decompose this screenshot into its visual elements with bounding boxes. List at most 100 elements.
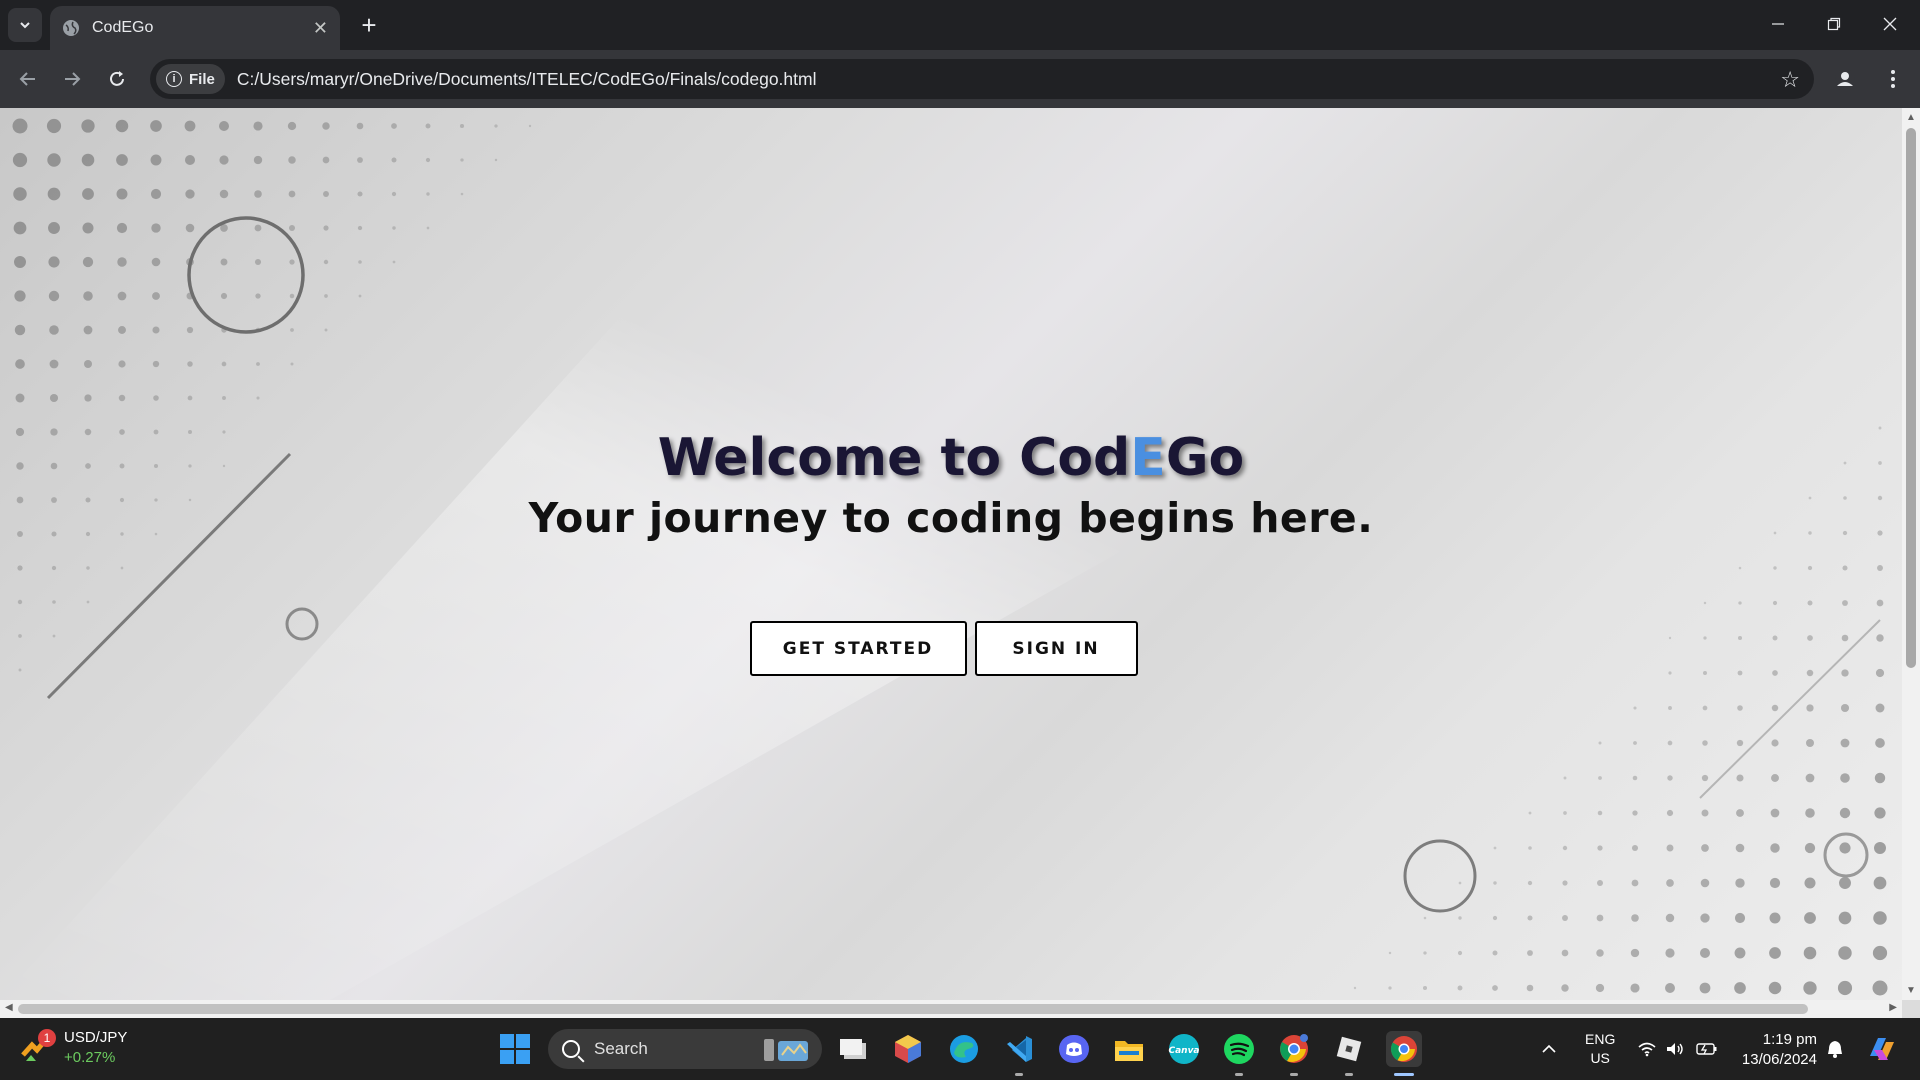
address-bar[interactable]: i File C:/Users/maryr/OneDrive/Documents…: [150, 59, 1814, 99]
decorative-dot: [256, 396, 260, 400]
scroll-left-icon[interactable]: ◀: [5, 1002, 13, 1013]
bookmark-star-icon[interactable]: ☆: [1780, 67, 1800, 93]
decorative-dot: [1457, 950, 1463, 956]
task-view-icon[interactable]: [836, 1031, 872, 1067]
decorative-dot: [1561, 949, 1569, 957]
decorative-dot: [1633, 706, 1637, 710]
chrome-icon[interactable]: [1386, 1031, 1422, 1076]
welcome-heading: Welcome to CodEGo: [0, 428, 1902, 488]
discord-icon[interactable]: [1056, 1031, 1092, 1067]
decorative-dot: [256, 362, 260, 366]
close-window-button[interactable]: [1862, 0, 1918, 48]
welcome-prefix: Welcome to Cod: [657, 428, 1131, 488]
decorative-dot: [1873, 911, 1887, 925]
decorative-dot: [82, 256, 94, 268]
roblox-icon[interactable]: [1331, 1031, 1367, 1076]
start-button[interactable]: [500, 1034, 530, 1064]
language-indicator[interactable]: ENG US: [1585, 1018, 1615, 1080]
decorative-dot: [288, 156, 296, 164]
decorative-dot: [494, 124, 498, 128]
decorative-dot: [460, 192, 464, 196]
volume-icon[interactable]: [1665, 1018, 1685, 1080]
decorative-dot: [324, 328, 328, 332]
notification-bell-icon[interactable]: [1826, 1018, 1844, 1080]
svg-text:Canva: Canva: [1168, 1046, 1199, 1056]
decorative-dot: [48, 290, 60, 302]
decorative-dot: [254, 224, 262, 232]
canva-icon[interactable]: Canva: [1166, 1031, 1202, 1067]
decorative-dot: [17, 599, 23, 605]
decorative-dot: [46, 118, 62, 134]
vertical-scrollbar[interactable]: ▲ ▼: [1902, 108, 1920, 1000]
decorative-dot: [1873, 876, 1887, 890]
get-started-button[interactable]: GET STARTED: [749, 621, 967, 676]
decorative-dot: [1422, 985, 1428, 991]
security-app-icon[interactable]: [890, 1031, 926, 1067]
decorative-dot: [15, 393, 25, 403]
vscode-icon[interactable]: [1001, 1031, 1037, 1076]
sign-in-button[interactable]: SIGN IN: [974, 621, 1138, 676]
decorative-dot: [150, 120, 162, 132]
decorative-dot: [1872, 945, 1888, 961]
scroll-right-icon[interactable]: ▶: [1889, 1002, 1897, 1013]
file-explorer-icon[interactable]: [1111, 1031, 1147, 1067]
decorative-dot: [117, 291, 127, 301]
decorative-dot: [1770, 843, 1780, 853]
decorative-dot: [187, 361, 193, 367]
decorative-dot: [86, 566, 90, 570]
back-button[interactable]: [11, 62, 45, 96]
decorative-dot: [1771, 739, 1779, 747]
battery-icon[interactable]: [1696, 1018, 1718, 1080]
vertical-scroll-thumb[interactable]: [1906, 128, 1916, 668]
minimize-button[interactable]: [1750, 0, 1806, 48]
decorative-dot: [1633, 741, 1637, 745]
windows-logo-icon: [500, 1034, 514, 1048]
scrollbar-corner: [1902, 1000, 1920, 1018]
ticker-widget[interactable]: 1 USD/JPY +0.27%: [20, 1028, 127, 1068]
horizontal-scroll-thumb[interactable]: [18, 1004, 1808, 1014]
decorative-dot: [391, 191, 397, 197]
wifi-icon[interactable]: [1637, 1018, 1657, 1080]
decorative-dot: [83, 359, 93, 369]
background-decoration: [0, 108, 1902, 1000]
reload-button[interactable]: [100, 62, 134, 96]
url-text[interactable]: C:/Users/maryr/OneDrive/Documents/ITELEC…: [237, 69, 817, 90]
decorative-dot: [1526, 984, 1534, 992]
decorative-dot: [118, 326, 126, 334]
decorative-dot: [322, 156, 330, 164]
decorative-dot: [219, 189, 229, 199]
new-tab-button[interactable]: +: [352, 8, 386, 42]
tray-overflow-chevron-icon[interactable]: [1540, 1018, 1558, 1080]
scroll-down-icon[interactable]: ▼: [1906, 985, 1916, 996]
language-line1: ENG: [1585, 1031, 1616, 1047]
horizontal-scrollbar[interactable]: ◀ ▶: [0, 1000, 1902, 1018]
chrome-profile-icon[interactable]: [1276, 1031, 1312, 1076]
site-info-chip[interactable]: i File: [156, 64, 225, 94]
decorative-dot: [116, 188, 128, 200]
edge-icon[interactable]: [946, 1031, 982, 1067]
tab-search-button[interactable]: [8, 8, 42, 42]
decorative-dot: [120, 566, 124, 570]
decorative-dot: [1631, 914, 1639, 922]
decorative-dot: [1699, 947, 1711, 959]
close-tab-icon[interactable]: ✕: [313, 18, 328, 39]
decorative-dot: [1597, 845, 1603, 851]
decorative-dot: [12, 118, 28, 134]
copilot-icon[interactable]: [1866, 1018, 1896, 1080]
system-clock[interactable]: 1:19 pm 13/06/2024: [1735, 1030, 1817, 1070]
taskbar-search[interactable]: Search: [548, 1029, 822, 1069]
decorative-dot: [1596, 914, 1604, 922]
decorative-dot: [1353, 986, 1357, 990]
forward-button[interactable]: [55, 62, 89, 96]
spotify-icon[interactable]: [1221, 1031, 1257, 1076]
decorative-dot: [1665, 913, 1675, 923]
scroll-up-icon[interactable]: ▲: [1906, 112, 1916, 123]
reload-icon: [110, 71, 124, 86]
windows-logo-pane: [516, 1050, 530, 1064]
menu-button[interactable]: [1878, 62, 1908, 96]
decorative-dot: [152, 292, 160, 300]
decorative-dot: [83, 325, 93, 335]
restore-button[interactable]: [1806, 0, 1862, 48]
browser-tab[interactable]: CodEGo ✕: [50, 6, 340, 50]
profile-button[interactable]: [1828, 62, 1862, 96]
